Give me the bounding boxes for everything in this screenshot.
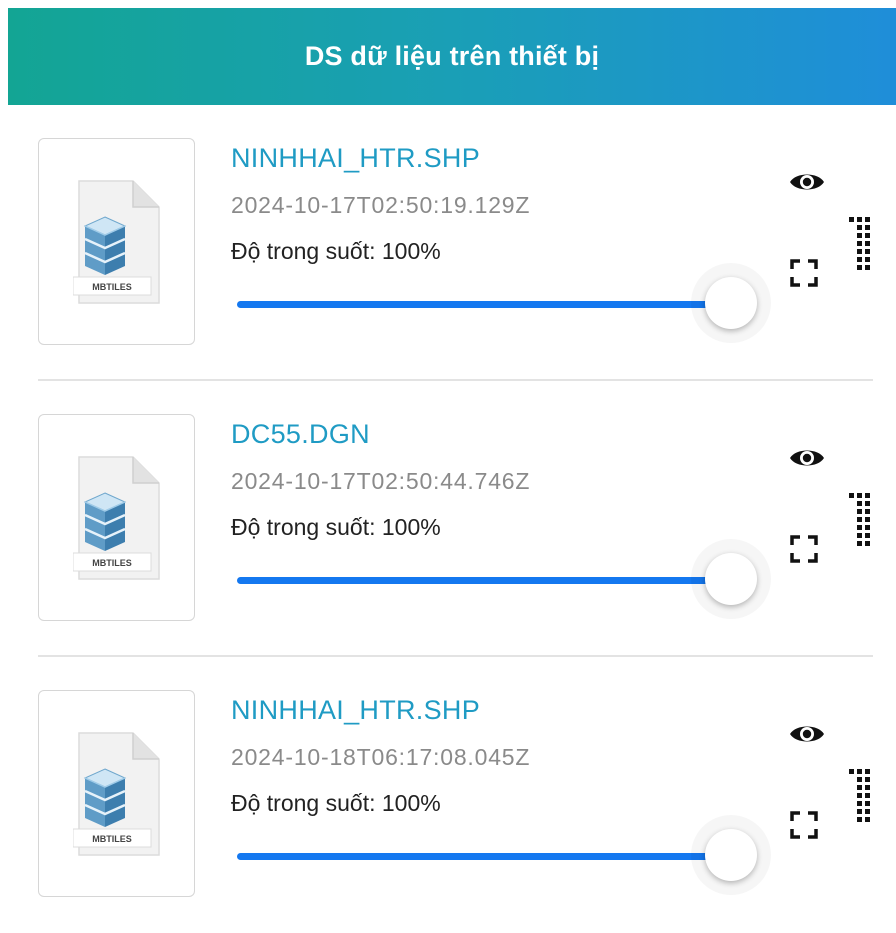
mbtiles-file-icon: MBTILES <box>73 180 160 304</box>
slider-track[interactable] <box>237 577 731 584</box>
expand-icon[interactable] <box>790 535 818 563</box>
opacity-label: Độ trong suốt: 100% <box>231 238 441 264</box>
slider-track[interactable] <box>237 853 731 860</box>
layer-timestamp: 2024-10-18T06:17:08.045Z <box>231 744 531 770</box>
drag-handle-icon[interactable] <box>849 217 871 271</box>
layer-name[interactable]: NINHHAI_HTR.SHP <box>231 143 480 174</box>
opacity-label: Độ trong suốt: 100% <box>231 790 441 816</box>
file-type-label: MBTILES <box>92 834 132 844</box>
layer-name[interactable]: NINHHAI_HTR.SHP <box>231 695 480 726</box>
expand-icon[interactable] <box>790 259 818 287</box>
opacity-slider[interactable] <box>237 277 757 337</box>
eye-icon[interactable] <box>789 721 825 747</box>
mbtiles-file-icon: MBTILES <box>73 732 160 856</box>
list-item: MBTILES NINHHAI_HTR.SHP 2024-10-18T06:17… <box>0 657 896 933</box>
expand-icon[interactable] <box>790 811 818 839</box>
app-header: DS dữ liệu trên thiết bị <box>8 8 896 105</box>
opacity-slider[interactable] <box>237 829 757 889</box>
list-item: MBTILES DC55.DGN 2024-10-17T02:50:44.746… <box>0 381 896 657</box>
opacity-slider[interactable] <box>237 553 757 613</box>
drag-handle-icon[interactable] <box>849 769 871 823</box>
file-type-label: MBTILES <box>92 558 132 568</box>
layer-timestamp: 2024-10-17T02:50:44.746Z <box>231 468 531 494</box>
layer-list: MBTILES NINHHAI_HTR.SHP 2024-10-17T02:50… <box>0 105 896 933</box>
slider-track[interactable] <box>237 301 731 308</box>
layer-name[interactable]: DC55.DGN <box>231 419 370 450</box>
opacity-label: Độ trong suốt: 100% <box>231 514 441 540</box>
file-thumbnail: MBTILES <box>38 690 195 897</box>
drag-handle-icon[interactable] <box>849 493 871 547</box>
file-type-label: MBTILES <box>92 282 132 292</box>
slider-thumb[interactable] <box>705 553 757 605</box>
eye-icon[interactable] <box>789 445 825 471</box>
list-item: MBTILES NINHHAI_HTR.SHP 2024-10-17T02:50… <box>0 105 896 381</box>
eye-icon[interactable] <box>789 169 825 195</box>
mbtiles-file-icon: MBTILES <box>73 456 160 580</box>
slider-thumb[interactable] <box>705 277 757 329</box>
file-thumbnail: MBTILES <box>38 138 195 345</box>
layer-timestamp: 2024-10-17T02:50:19.129Z <box>231 192 531 218</box>
page-title: DS dữ liệu trên thiết bị <box>304 41 600 71</box>
slider-thumb[interactable] <box>705 829 757 881</box>
file-thumbnail: MBTILES <box>38 414 195 621</box>
